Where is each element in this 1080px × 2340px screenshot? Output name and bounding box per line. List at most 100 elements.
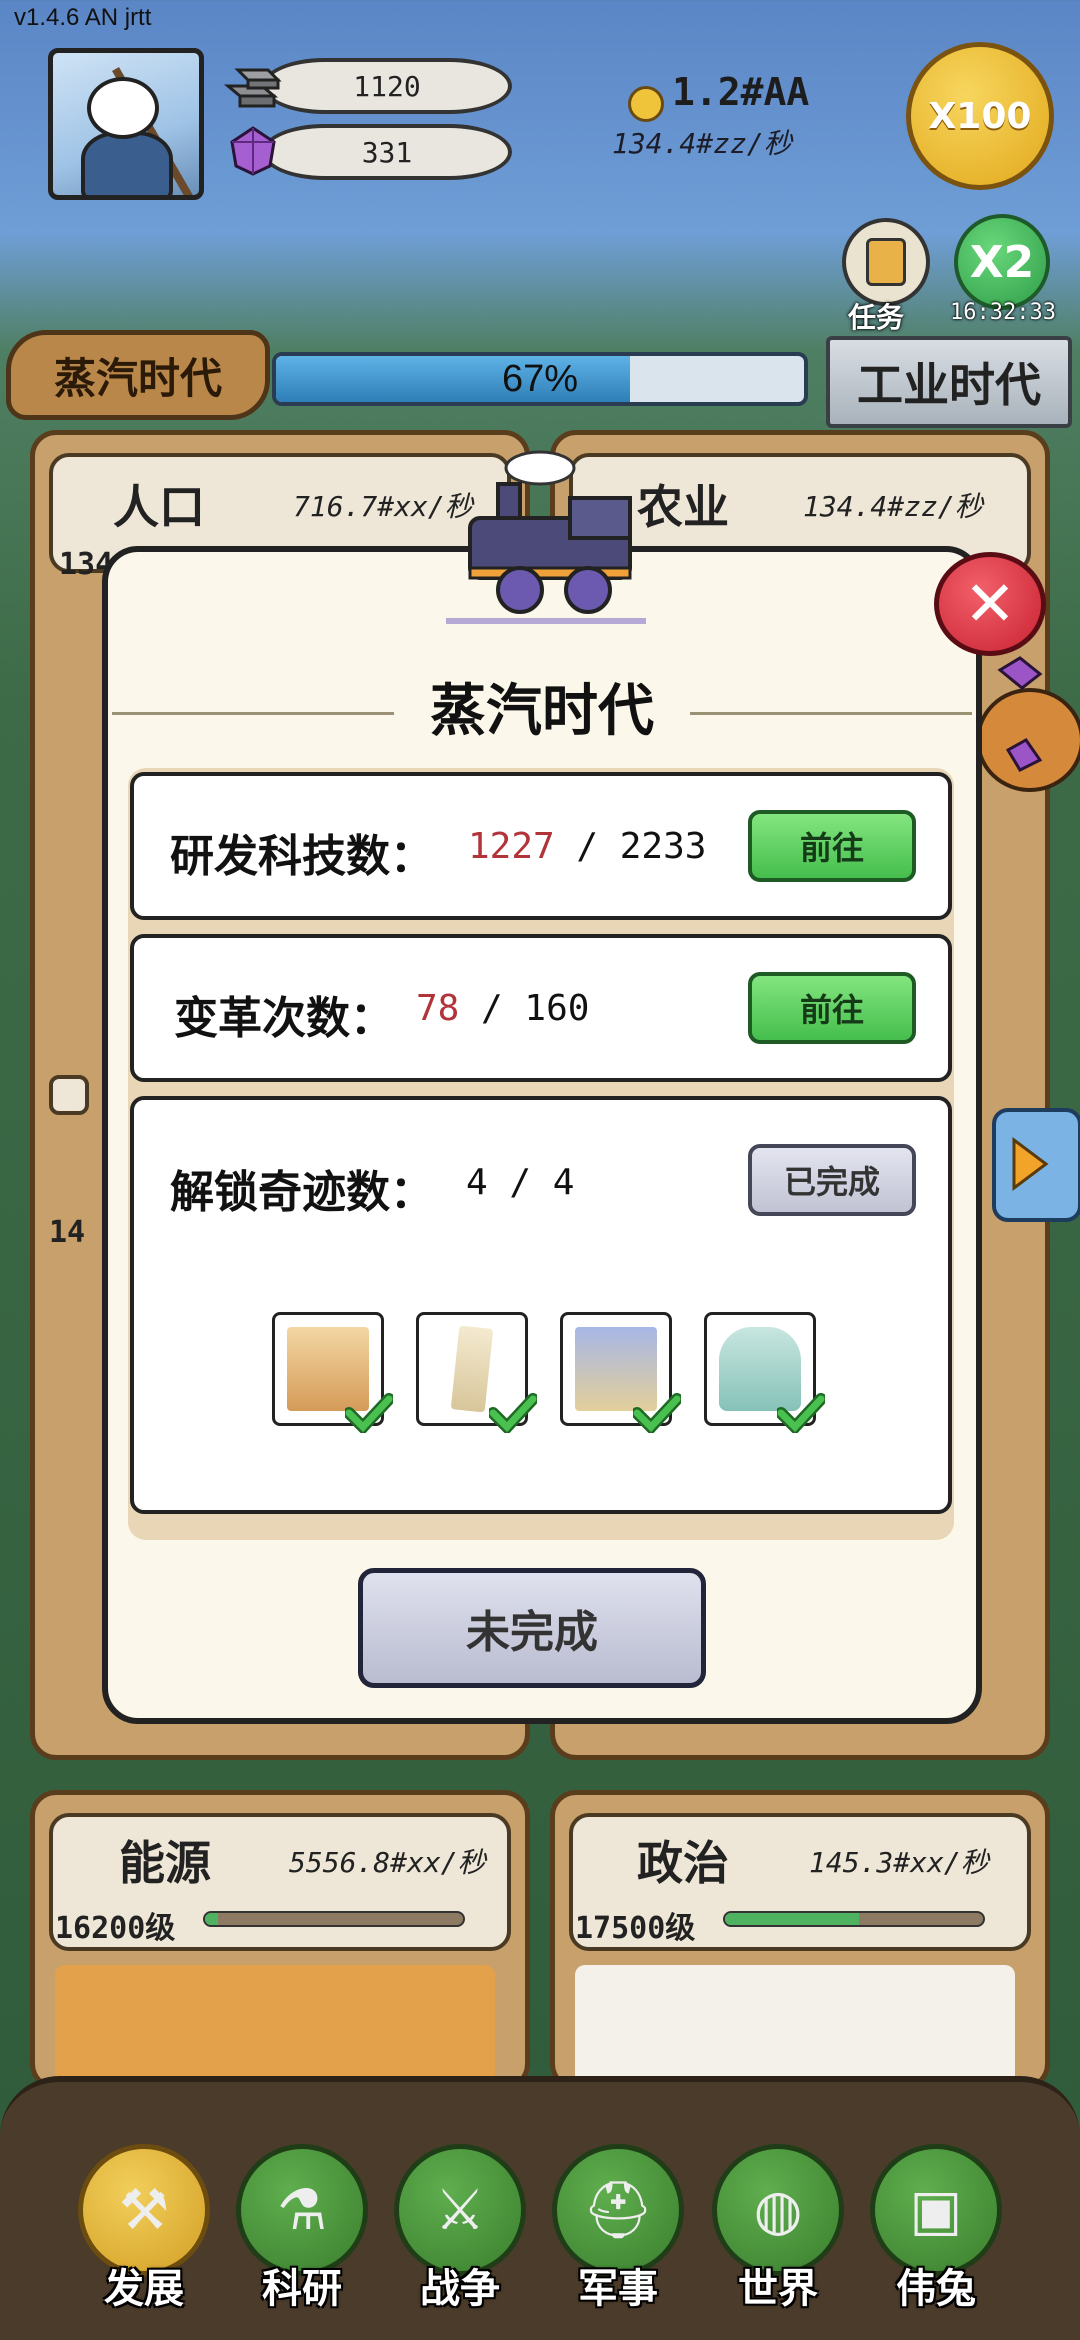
task-label: 任务 xyxy=(848,301,905,334)
card-header: 能源 5556.8#xx/秒 16200级 xyxy=(49,1813,511,1951)
completed-button: 已完成 xyxy=(748,1144,916,1216)
task-button[interactable] xyxy=(842,218,930,306)
category-card-politics[interactable]: 政治 145.3#xx/秒 17500级 xyxy=(550,1790,1050,2090)
card-title: 人口 xyxy=(113,480,205,534)
next-era-sign[interactable]: 工业时代 xyxy=(826,336,1072,428)
category-card-energy[interactable]: 能源 5556.8#xx/秒 16200级 xyxy=(30,1790,530,2090)
card-rate: 5556.8#xx/秒 xyxy=(289,1846,486,1879)
close-icon: ✕ xyxy=(964,567,1016,640)
current-era-label: 蒸汽时代 xyxy=(53,353,222,403)
nav-label: 军事 xyxy=(578,2266,658,2312)
task-label: 变革次数： xyxy=(174,993,394,1044)
task-progress: 1227 / 2233 xyxy=(468,826,706,867)
petra-icon xyxy=(272,1312,393,1433)
task-separator: / xyxy=(554,826,620,867)
card-level-fill xyxy=(725,1913,860,1925)
x2-timer: 16:32:33 xyxy=(950,300,1056,325)
gold-coin-icon xyxy=(628,86,664,122)
nav-item-0[interactable]: ⚒ 发展 xyxy=(74,2144,214,2340)
card-level-fill xyxy=(205,1913,218,1925)
task-separator: / xyxy=(459,988,525,1029)
task-row-tech: 研发科技数： 1227 / 2233 前往 xyxy=(130,772,952,920)
version-label: v1.4.6 AN jrtt xyxy=(14,4,152,31)
task-row-wonders: 解锁奇迹数： 4 / 4 已完成 xyxy=(130,1096,952,1514)
scroll-arrow-icon[interactable] xyxy=(984,1100,1080,1230)
nav-item-3[interactable]: ⛑ 军事 xyxy=(548,2144,688,2340)
leaning-tower-icon xyxy=(416,1312,537,1433)
nav-item-5[interactable]: ▣ 伟兔 xyxy=(866,2144,1006,2340)
dialog-title: 蒸汽时代 xyxy=(430,679,654,744)
era-progress-text: 67% xyxy=(501,357,579,400)
card-title: 政治 xyxy=(637,1836,729,1890)
tower-bridge-icon xyxy=(560,1312,681,1433)
x2-boost-button[interactable]: X2 xyxy=(954,214,1050,310)
helmet-icon: ⛑ xyxy=(582,2178,654,2243)
task-current: 4 xyxy=(466,1162,488,1203)
card-rate: 134.4#zz/秒 xyxy=(803,490,983,523)
task-current: 1227 xyxy=(468,826,555,867)
gold-rate: 134.4#zz/秒 xyxy=(612,127,792,160)
incomplete-status-label: 未完成 xyxy=(466,1607,598,1658)
steam-train-icon xyxy=(446,450,646,624)
crossed-swords-icon: ⚔ xyxy=(434,2177,486,2243)
next-era-label: 工业时代 xyxy=(857,358,1041,412)
incomplete-status-button[interactable]: 未完成 xyxy=(358,1568,706,1688)
task-row-reform: 变革次数： 78 / 160 前往 xyxy=(130,934,952,1082)
go-button-label: 前往 xyxy=(799,991,864,1029)
task-progress: 4 / 4 xyxy=(466,1162,574,1203)
x100-button[interactable]: X100 xyxy=(906,42,1054,190)
go-button-label: 前往 xyxy=(799,829,864,867)
gem-amount: 331 xyxy=(361,135,413,169)
check-icon xyxy=(345,1393,393,1433)
avatar-head xyxy=(87,77,159,139)
purple-gem-icon xyxy=(230,126,276,176)
nav-label: 战争 xyxy=(420,2266,500,2312)
energy-boiler-art xyxy=(55,1965,495,2085)
portrait-icon: ▣ xyxy=(909,2177,963,2243)
task-target: 160 xyxy=(524,988,590,1029)
task-current: 78 xyxy=(416,988,460,1029)
avatar-body xyxy=(81,131,173,195)
x2-label: X2 xyxy=(969,236,1035,288)
task-label: 研发科技数： xyxy=(170,831,434,882)
check-icon xyxy=(489,1393,537,1433)
politics-flag-art xyxy=(575,1965,1015,2085)
task-separator: / xyxy=(487,1162,553,1203)
nav-item-2[interactable]: ⚔ 战争 xyxy=(390,2144,530,2340)
close-dialog-button[interactable]: ✕ xyxy=(934,552,1046,656)
flask-icon: ⚗ xyxy=(276,2177,328,2243)
check-icon xyxy=(633,1393,681,1433)
card-level-bar xyxy=(723,1911,985,1927)
nav-label: 伟兔 xyxy=(896,2266,976,2312)
nav-item-1[interactable]: ⚗ 科研 xyxy=(232,2144,372,2340)
card-partial-level: 14 xyxy=(49,1215,86,1250)
completed-button-label: 已完成 xyxy=(783,1163,880,1201)
nav-label: 世界 xyxy=(738,2266,818,2312)
card-level: 17500级 xyxy=(575,1911,696,1946)
iron-ingot-icon xyxy=(223,68,282,108)
go-button[interactable]: 前往 xyxy=(748,810,916,882)
hammer-icon: ⚒ xyxy=(118,2177,170,2243)
task-label: 解锁奇迹数： xyxy=(170,1167,434,1218)
card-partial-label xyxy=(49,1075,89,1115)
nav-label: 发展 xyxy=(104,2266,184,2312)
ingot-counter: 1120 xyxy=(262,58,512,114)
card-header: 政治 145.3#xx/秒 17500级 xyxy=(569,1813,1031,1951)
player-avatar[interactable] xyxy=(48,48,204,200)
check-icon xyxy=(777,1393,825,1433)
gem-counter: 331 xyxy=(262,124,512,180)
nav-item-4[interactable]: ◍ 世界 xyxy=(708,2144,848,2340)
era-progress-bar: 67% xyxy=(272,352,808,406)
x100-label: X100 xyxy=(928,95,1032,137)
current-era-banner[interactable]: 蒸汽时代 xyxy=(6,330,270,420)
ingot-amount: 1120 xyxy=(353,69,421,103)
task-progress: 78 / 160 xyxy=(416,988,589,1029)
clipboard-icon xyxy=(866,238,906,286)
gold-amount: 1.2#AA xyxy=(672,70,810,114)
card-level-bar xyxy=(203,1911,465,1927)
statue-of-liberty-icon xyxy=(704,1312,825,1433)
nav-label: 科研 xyxy=(262,2266,342,2312)
task-target: 4 xyxy=(552,1162,575,1203)
task-target: 2233 xyxy=(619,826,707,867)
go-button[interactable]: 前往 xyxy=(748,972,916,1044)
